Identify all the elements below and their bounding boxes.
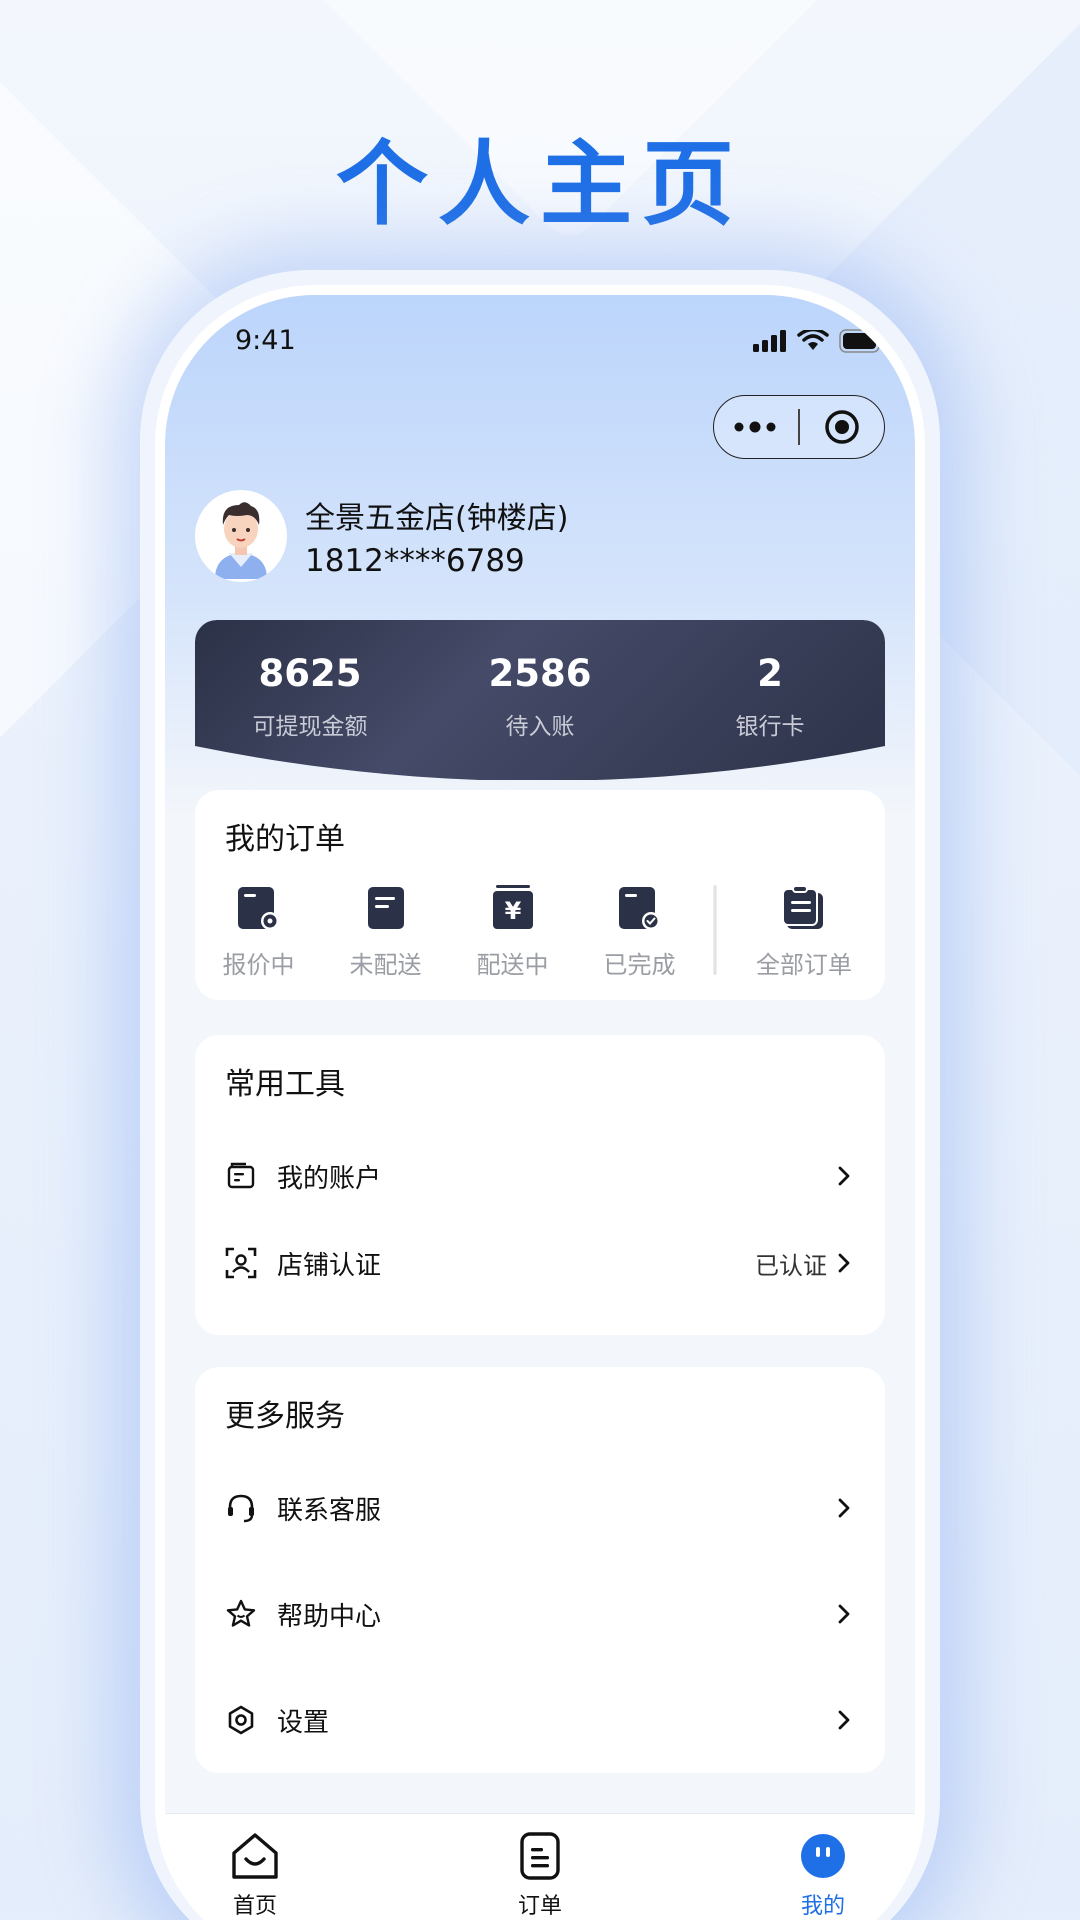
- menu-item-label: 帮助中心: [277, 1601, 382, 1632]
- order-delivering[interactable]: ¥ 配送中: [449, 885, 576, 980]
- chevron-right-icon: [838, 1166, 850, 1186]
- headset-icon: [228, 1494, 254, 1523]
- status-time: 9:41: [235, 325, 296, 356]
- stat-label: 可提现金额: [252, 714, 368, 740]
- done-doc-icon: [618, 887, 660, 930]
- section-title: 更多服务: [225, 1399, 345, 1434]
- order-label: 全部订单: [756, 951, 852, 979]
- chevron-right-icon: [838, 1253, 850, 1273]
- my-orders-card: 我的订单 报价中 未配送 ¥ 配送中 已完成 全部订单: [195, 790, 885, 1000]
- target-icon: [825, 410, 859, 444]
- menu-item-help-center[interactable]: 帮助中心: [225, 1589, 855, 1639]
- avatar-illustration-icon: [215, 502, 267, 579]
- tab-label: 订单: [517, 1894, 562, 1919]
- avatar[interactable]: [195, 490, 287, 582]
- yen-doc-icon: ¥: [492, 885, 533, 929]
- more-button[interactable]: [714, 396, 798, 458]
- menu-item-label: 联系客服: [277, 1495, 382, 1526]
- stat-value: 8625: [258, 652, 362, 695]
- chevron-right-icon: [838, 1498, 850, 1518]
- quote-doc-icon: [237, 887, 279, 930]
- order-label: 报价中: [222, 951, 295, 979]
- chevron-right-icon: [838, 1604, 850, 1624]
- tab-home[interactable]: 首页: [195, 1828, 315, 1920]
- status-icons: [753, 329, 885, 353]
- more-dots-icon: [734, 421, 776, 433]
- stat-withdrawable[interactable]: 8625 可提现金额: [195, 620, 425, 780]
- tab-label: 我的: [800, 1894, 845, 1919]
- order-label: 已完成: [603, 951, 676, 979]
- order-divider: [713, 885, 717, 975]
- settings-icon: [228, 1705, 254, 1735]
- menu-item-contact-service[interactable]: 联系客服: [225, 1483, 855, 1533]
- close-miniprogram-button[interactable]: [800, 396, 884, 458]
- store-name: 全景五金店(钟楼店): [305, 501, 569, 536]
- menu-item-label: 店铺认证: [277, 1250, 382, 1281]
- menu-item-label: 我的账户: [277, 1163, 382, 1194]
- tab-orders[interactable]: 订单: [480, 1828, 600, 1920]
- face-scan-icon: [225, 1247, 257, 1279]
- order-all[interactable]: 全部订单: [724, 885, 884, 980]
- svg-text:¥: ¥: [504, 897, 521, 925]
- menu-item-my-account[interactable]: 我的账户: [225, 1151, 855, 1201]
- stat-pending[interactable]: 2586 待入账: [425, 620, 655, 780]
- menu-item-label: 设置: [277, 1707, 330, 1738]
- home-icon: [232, 1833, 278, 1879]
- tab-label: 首页: [232, 1894, 277, 1919]
- order-icon: [520, 1832, 560, 1880]
- stats-card: 8625 可提现金额 2586 待入账 2 银行卡: [195, 620, 885, 780]
- section-title: 我的订单: [225, 822, 345, 857]
- signal-icon: [753, 330, 786, 352]
- order-completed[interactable]: 已完成: [576, 885, 703, 980]
- menu-item-store-verification[interactable]: 店铺认证 已认证: [225, 1238, 855, 1288]
- verification-status: 已认证: [755, 1251, 827, 1280]
- phone-screen: 9:41 全景五金店(钟楼店) 1812****6789 8625 可提现金额 …: [165, 295, 915, 1920]
- doc-icon: [367, 887, 404, 929]
- tab-mine[interactable]: 我的: [763, 1828, 883, 1920]
- chevron-right-icon: [838, 1710, 850, 1730]
- page-headline: 个人主页: [335, 131, 744, 238]
- wifi-icon: [797, 330, 829, 350]
- bottom-tab-bar: 首页 订单 我的: [165, 1813, 915, 1920]
- wallet-icon: [227, 1162, 255, 1189]
- profile-header[interactable]: 全景五金店(钟楼店) 1812****6789: [195, 490, 568, 582]
- stat-label: 待入账: [505, 714, 575, 740]
- store-phone: 1812****6789: [305, 543, 525, 579]
- order-label: 配送中: [476, 951, 549, 979]
- menu-item-settings[interactable]: 设置: [225, 1695, 855, 1745]
- miniprogram-capsule[interactable]: [713, 395, 885, 459]
- order-quoting[interactable]: 报价中: [195, 885, 322, 980]
- profile-icon: [801, 1834, 845, 1878]
- stat-value: 2: [757, 652, 783, 695]
- star-icon: [226, 1599, 256, 1627]
- stat-label: 银行卡: [735, 714, 805, 740]
- order-label: 未配送: [349, 951, 422, 979]
- order-undelivered[interactable]: 未配送: [322, 885, 449, 980]
- clipboard-icon: [782, 885, 823, 929]
- common-tools-card: 常用工具 我的账户 店铺认证 已认证: [195, 1035, 885, 1335]
- stat-bank-cards[interactable]: 2 银行卡: [655, 620, 885, 780]
- more-services-card: 更多服务 联系客服 帮助中心 设置: [195, 1367, 885, 1773]
- stat-value: 2586: [488, 652, 592, 695]
- section-title: 常用工具: [225, 1067, 345, 1102]
- battery-icon: [839, 329, 884, 353]
